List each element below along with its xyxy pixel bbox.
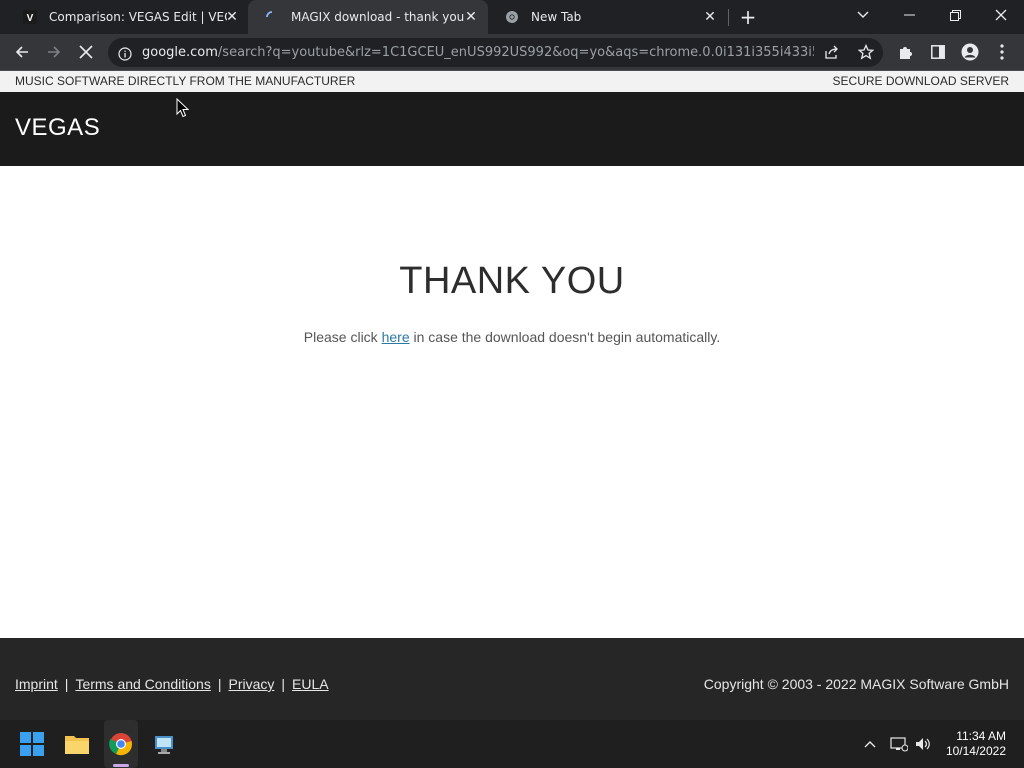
copyright-text: Copyright © 2003 - 2022 MAGIX Software G… <box>703 676 1009 692</box>
tab-search-chevron-icon[interactable] <box>840 0 886 30</box>
browser-toolbar: google.com/search?q=youtube&rlz=1C1GCEU_… <box>0 34 1024 71</box>
loading-spinner-icon <box>264 9 280 25</box>
message-text-before: Please click <box>303 329 382 345</box>
extensions-puzzle-icon[interactable] <box>892 38 920 66</box>
url-text: google.com/search?q=youtube&rlz=1C1GCEU_… <box>142 45 814 60</box>
top-info-strip: MUSIC SOFTWARE DIRECTLY FROM THE MANUFAC… <box>0 71 1024 92</box>
minimize-icon[interactable] <box>886 0 932 30</box>
windows-taskbar: 11:34 AM 10/14/2022 <box>0 720 1024 768</box>
close-tab-icon[interactable]: ✕ <box>702 9 718 25</box>
bookmark-star-icon[interactable] <box>857 43 875 64</box>
side-panel-icon[interactable] <box>924 38 952 66</box>
windows-start-icon[interactable] <box>16 728 48 760</box>
tab-separator <box>728 9 729 26</box>
new-tab-plus-icon[interactable]: + <box>738 7 758 27</box>
tab-title: Comparison: VEGAS Edit | VEGAS <box>49 10 227 24</box>
vegas-logo[interactable]: VEGAS <box>15 114 100 142</box>
file-explorer-icon[interactable] <box>61 728 93 760</box>
share-icon[interactable] <box>824 45 840 64</box>
site-footer: Imprint | Terms and Conditions | Privacy… <box>0 638 1024 720</box>
tab-title: MAGIX download - thank you <box>291 10 465 24</box>
footer-links: Imprint | Terms and Conditions | Privacy… <box>15 676 329 692</box>
close-window-icon[interactable] <box>978 0 1024 30</box>
clock-time: 11:34 AM <box>956 729 1006 743</box>
main-content: THANK YOU Please click here in case the … <box>0 166 1024 638</box>
footer-separator: | <box>217 676 222 692</box>
chrome-taskbar-icon[interactable] <box>105 728 137 760</box>
chrome-icon <box>504 9 520 25</box>
svg-text:V: V <box>27 13 34 24</box>
tab-vegas-comparison[interactable]: V Comparison: VEGAS Edit | VEGAS ✕ <box>6 0 246 34</box>
mouse-cursor-icon <box>176 97 190 118</box>
url-host: google.com <box>142 45 218 60</box>
browser-tab-bar: V Comparison: VEGAS Edit | VEGAS ✕ MAGIX… <box>0 0 1024 34</box>
download-here-link[interactable]: here <box>382 329 410 345</box>
clock-date: 10/14/2022 <box>945 744 1006 758</box>
network-icon[interactable] <box>889 734 909 754</box>
site-header: VEGAS <box>0 92 1024 166</box>
footer-separator: | <box>281 676 286 692</box>
terms-link[interactable]: Terms and Conditions <box>75 676 210 692</box>
address-bar[interactable]: google.com/search?q=youtube&rlz=1C1GCEU_… <box>108 38 883 67</box>
message-text-after: in case the download doesn't begin autom… <box>409 329 721 345</box>
installer-app-icon[interactable] <box>148 728 180 760</box>
tab-magix-download[interactable]: MAGIX download - thank you ✕ <box>248 0 488 34</box>
vegas-v-icon: V <box>22 9 38 25</box>
profile-avatar-icon[interactable] <box>956 38 984 66</box>
tab-new-tab[interactable]: New Tab ✕ <box>488 0 728 34</box>
privacy-link[interactable]: Privacy <box>228 676 274 692</box>
download-message: Please click here in case the download d… <box>0 329 1024 345</box>
page-title: THANK YOU <box>399 260 625 302</box>
show-hidden-icons-chevron-icon[interactable] <box>860 734 880 754</box>
close-tab-icon[interactable]: ✕ <box>463 9 479 25</box>
footer-separator: | <box>64 676 69 692</box>
stop-loading-icon[interactable] <box>72 38 100 66</box>
active-app-indicator <box>113 764 129 767</box>
volume-icon[interactable] <box>913 734 933 754</box>
secure-server-label: SECURE DOWNLOAD SERVER <box>832 74 1009 88</box>
tagline: MUSIC SOFTWARE DIRECTLY FROM THE MANUFAC… <box>15 74 356 88</box>
site-info-icon[interactable] <box>118 46 132 61</box>
tab-title: New Tab <box>531 10 582 24</box>
restore-icon[interactable] <box>932 0 978 30</box>
forward-arrow-icon[interactable] <box>40 38 68 66</box>
close-tab-icon[interactable]: ✕ <box>224 9 240 25</box>
imprint-link[interactable]: Imprint <box>15 676 58 692</box>
eula-link[interactable]: EULA <box>292 676 329 692</box>
system-clock[interactable]: 11:34 AM 10/14/2022 <box>946 729 1006 759</box>
url-path: /search?q=youtube&rlz=1C1GCEU_enUS992US9… <box>217 45 814 60</box>
menu-kebab-icon[interactable] <box>988 38 1016 66</box>
back-arrow-icon[interactable] <box>8 38 36 66</box>
